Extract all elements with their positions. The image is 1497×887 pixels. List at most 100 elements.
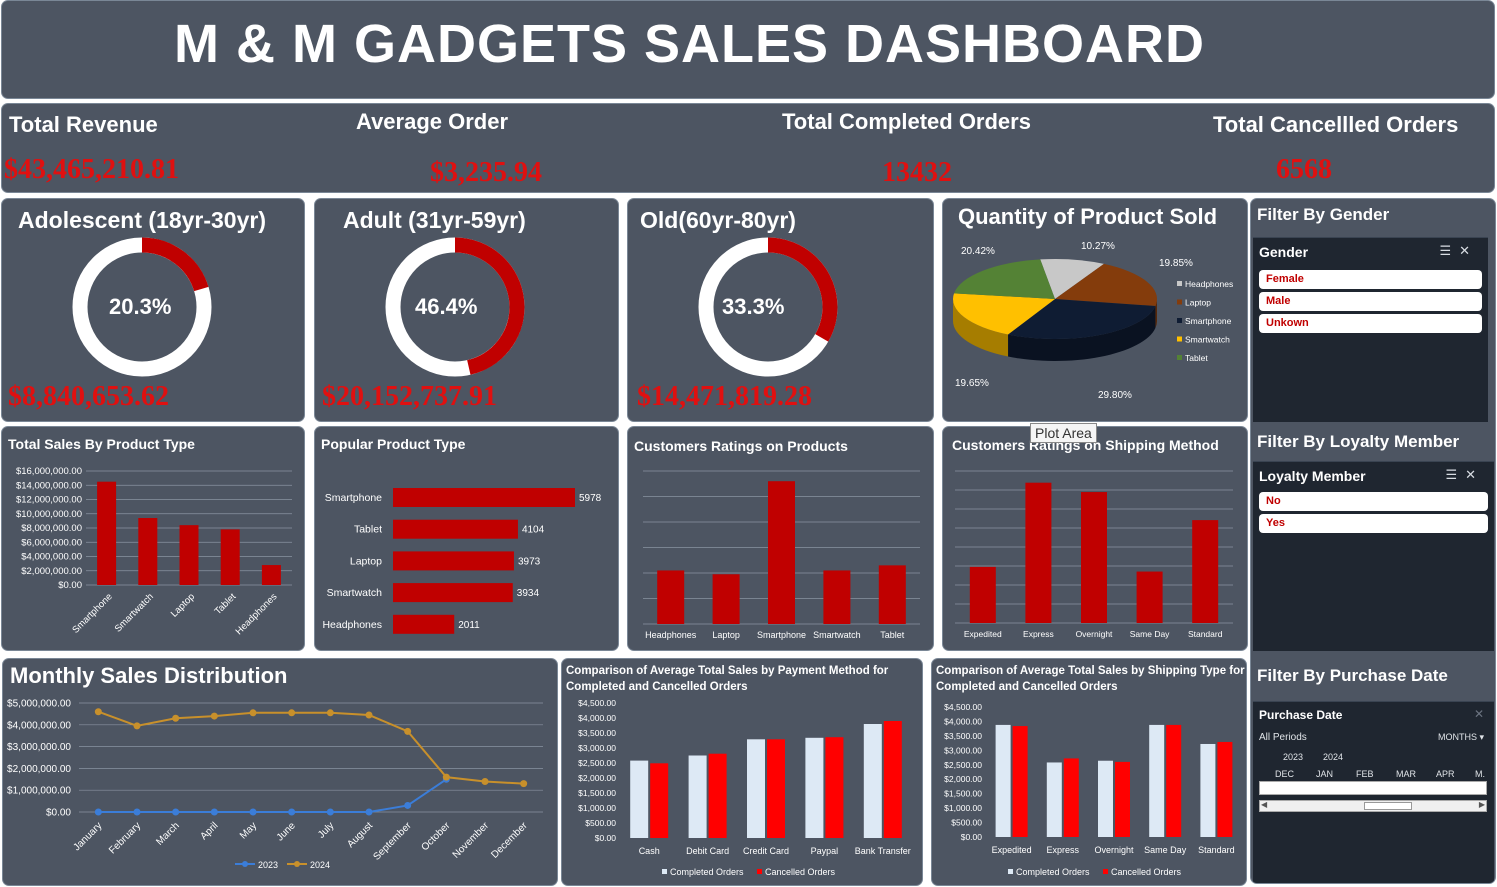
y-tick-label: $2,000,000.00 — [21, 566, 82, 577]
slicer-option-male[interactable]: Male — [1259, 292, 1482, 311]
y-tick-label: Smartwatch — [327, 587, 383, 599]
x-tick-label: Laptop — [169, 591, 197, 619]
kpi-average-order-value: $3,235.94 — [430, 157, 542, 188]
sales-by-product-panel: Total Sales By Product Type $0.00 $2,000,0… — [1, 426, 305, 651]
age-revenue: $20,152,737.91 — [322, 381, 497, 412]
y-tick-label: $500.00 — [585, 818, 616, 828]
month-label-jan: JAN — [1316, 769, 1334, 779]
legend-label: 2024 — [310, 860, 330, 870]
ratings-products-panel: Customers Ratings on Products Headphones L… — [627, 426, 934, 651]
pie-legend-swatch — [1177, 355, 1182, 360]
bar — [768, 481, 795, 624]
bar — [712, 574, 740, 624]
quantity-pie-chart[interactable]: 10.27% 19.85% 29.80% 19.65% 20.42% Headphones… — [943, 199, 1248, 422]
bar — [138, 518, 158, 585]
legend-swatch — [662, 869, 667, 874]
x-tick-label: Laptop — [712, 630, 740, 640]
data-label: 3973 — [518, 556, 541, 567]
timeline-scroll-thumb[interactable] — [1364, 802, 1412, 810]
y-tick-label: Tablet — [354, 524, 382, 536]
x-tick-label: Smartphone — [70, 591, 114, 635]
slicer-option-unkown[interactable]: Unkown — [1259, 314, 1482, 333]
shipping-type-panel: Comparison of Average Total Sales by Shi… — [931, 658, 1247, 886]
y-tick-label: $0.00 — [46, 808, 71, 819]
data-point — [481, 777, 489, 785]
y-tick-label: $5,000,000.00 — [7, 699, 71, 710]
bar — [1115, 761, 1130, 837]
y-tick-label: $3,000.00 — [578, 743, 616, 753]
y-tick-label: $4,000,000.00 — [21, 552, 82, 563]
gender-slicer: Gender ☰✕ Female Male Unkown — [1253, 237, 1488, 422]
y-tick-label: $0.00 — [961, 832, 983, 842]
y-tick-label: $3,000,000.00 — [7, 742, 71, 753]
x-tick-label: January — [72, 820, 105, 853]
chart-title: Completed and Cancelled Orders — [936, 681, 1118, 693]
age-panel-adult: Adult (31yr-59yr) 46.4% $20,152,737.91 — [314, 198, 619, 422]
pie-slice — [954, 259, 1055, 299]
ratings-shipping-chart[interactable]: Customers Ratings on Shipping MethodExpe… — [943, 427, 1248, 651]
bar — [1098, 760, 1113, 837]
bar — [393, 583, 513, 603]
pie-legend-label: Laptop — [1185, 298, 1211, 308]
chevron-down-icon: ▾ — [1479, 732, 1484, 742]
x-tick-label: Expedited — [992, 845, 1032, 855]
y-tick-label: Laptop — [350, 555, 382, 567]
x-tick-label: September — [371, 820, 414, 863]
kpi-average-order-label: Average Order — [356, 109, 509, 134]
age-panel-old: Old(60yr-80yr) 33.3% $14,471,819.28 — [627, 198, 934, 422]
x-tick-label: Smartwatch — [113, 591, 156, 634]
bar — [1012, 726, 1028, 837]
x-tick-label: May — [238, 820, 259, 841]
x-tick-label: Same Day — [1144, 845, 1187, 855]
kpi-cancelled-orders-value: 6568 — [1276, 154, 1332, 185]
data-label: 5978 — [579, 493, 602, 504]
chart-title: Total Sales By Product Type — [8, 436, 195, 452]
y-tick-label: $0.00 — [595, 833, 617, 843]
x-tick-label: Debit Card — [686, 846, 729, 856]
pie-legend-swatch — [1177, 318, 1182, 323]
ratings-products-chart[interactable]: Customers Ratings on Products Headphones L… — [628, 427, 934, 651]
y-tick-label: Smartphone — [325, 492, 382, 504]
popular-product-chart[interactable]: Popular Product Type Smartphone 5978 Tablet… — [315, 427, 619, 651]
bar — [1046, 762, 1062, 837]
kpi-completed-orders-value: 13432 — [882, 157, 952, 188]
x-tick-label: November — [451, 820, 492, 861]
data-point — [288, 808, 296, 816]
bar — [220, 529, 240, 585]
scroll-left-arrow-icon[interactable]: ◀ — [1261, 800, 1267, 809]
age-revenue: $14,471,819.28 — [637, 381, 812, 412]
x-tick-label: Standard — [1198, 845, 1235, 855]
timeline-period-bar[interactable] — [1259, 781, 1487, 795]
x-tick-label: March — [154, 820, 181, 847]
bar — [393, 614, 455, 634]
age-panel-adolescent: Adolescent (18yr-30yr) 20.3% $8,840,653.… — [1, 198, 305, 422]
sales-by-product-chart[interactable]: Total Sales By Product Type $0.00 $2,000,0… — [2, 427, 305, 651]
monthly-sales-chart[interactable]: Monthly Sales Distribution $0.00 $1,000,00… — [3, 659, 558, 886]
kpi-total-revenue-label: Total Revenue — [9, 112, 158, 137]
bar — [261, 565, 281, 585]
all-periods-label: All Periods — [1259, 732, 1307, 743]
data-point — [249, 808, 257, 816]
y-tick-label: $3,500.00 — [578, 728, 616, 738]
scroll-right-arrow-icon[interactable]: ▶ — [1479, 800, 1485, 809]
slicer-option-no[interactable]: No — [1259, 492, 1488, 511]
multi-select-clear-filter-icons[interactable]: ☰✕ — [1445, 468, 1484, 483]
slicer-option-yes[interactable]: Yes — [1259, 514, 1488, 533]
multi-select-clear-filter-icons[interactable]: ☰✕ — [1439, 244, 1478, 259]
clear-filter-icon[interactable]: ✕ — [1474, 707, 1484, 721]
bar — [747, 739, 765, 838]
time-level-dropdown[interactable]: MONTHS ▾ — [1438, 732, 1484, 743]
chart-title: Comparison of Average Total Sales by Shi… — [936, 665, 1245, 677]
slicer-option-female[interactable]: Female — [1259, 270, 1482, 289]
data-point — [249, 709, 257, 717]
timeline-scrollbar[interactable]: ◀ ▶ — [1259, 800, 1487, 812]
loyalty-slicer-header: Loyalty Member — [1259, 468, 1366, 484]
popular-product-panel: Popular Product Type Smartphone 5978 Tablet… — [314, 426, 619, 651]
legend-label: Cancelled Orders — [1111, 867, 1182, 877]
bar — [650, 763, 669, 838]
payment-method-chart[interactable]: Comparison of Average Total Sales by Pay… — [562, 659, 923, 886]
shipping-type-chart[interactable]: Comparison of Average Total Sales by Shi… — [932, 659, 1247, 886]
data-point — [172, 808, 180, 816]
legend-label: Completed Orders — [670, 867, 744, 877]
x-tick-label: Cash — [639, 846, 660, 856]
